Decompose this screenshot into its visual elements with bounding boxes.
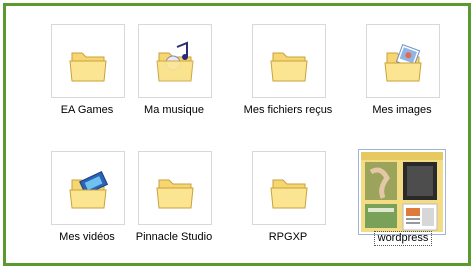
music-folder-icon xyxy=(156,41,194,82)
folder-thumbnail xyxy=(358,149,446,235)
folder-icon xyxy=(270,179,308,209)
folder-thumbnail xyxy=(366,24,440,98)
folder-label: Pinnacle Studio xyxy=(135,231,213,243)
folder-label: Ma musique xyxy=(144,104,204,116)
folder-thumbnail xyxy=(138,24,212,98)
folder-mes-images[interactable]: Mes images xyxy=(356,24,456,124)
folder-thumbnail xyxy=(51,151,125,225)
folder-mes-fichiers-recus[interactable]: Mes fichiers reçus xyxy=(242,24,342,124)
folder-thumbnail xyxy=(138,151,212,225)
pictures-folder-icon xyxy=(384,44,422,82)
folder-pinnacle-studio[interactable]: Pinnacle Studio xyxy=(128,151,228,251)
folder-icon xyxy=(69,52,107,82)
folder-label: RPGXP xyxy=(268,231,308,243)
folder-icon xyxy=(270,52,308,82)
folder-ma-musique[interactable]: Ma musique xyxy=(128,24,228,124)
folder-wordpress[interactable]: wordpress xyxy=(356,149,456,251)
folder-label: Mes fichiers reçus xyxy=(243,104,333,116)
folder-rpgxp[interactable]: RPGXP xyxy=(242,151,342,251)
folder-icon xyxy=(156,179,194,209)
folder-view: EA Games Ma musique Mes fichiers reçus M… xyxy=(3,3,471,266)
folder-thumbnail xyxy=(51,24,125,98)
folder-label: Mes images xyxy=(372,104,432,116)
folder-thumbnail xyxy=(252,24,326,98)
folder-thumbnail xyxy=(252,151,326,225)
thumbnail-preview-icon xyxy=(361,152,443,232)
videos-folder-icon xyxy=(69,171,109,209)
folder-label: wordpress xyxy=(374,231,432,246)
